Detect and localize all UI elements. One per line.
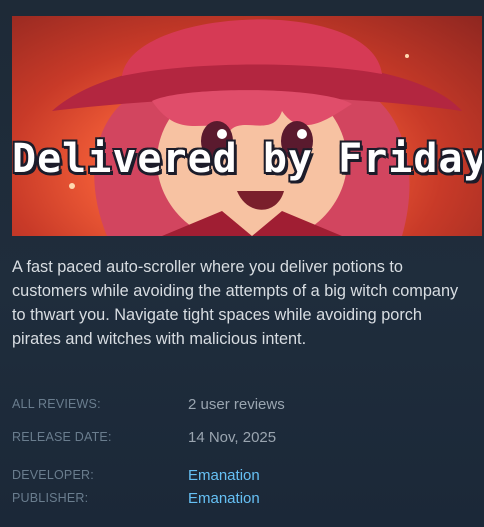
game-logo-title: Delivered by Friday	[12, 136, 482, 182]
all-reviews-label: ALL REVIEWS:	[12, 397, 101, 411]
release-date-label: RELEASE DATE:	[12, 430, 112, 444]
publisher-link[interactable]: Emanation	[188, 490, 260, 507]
publisher-label: PUBLISHER:	[12, 491, 89, 505]
game-info-panel: Delivered by Friday A fast paced auto-sc…	[0, 0, 484, 527]
developer-link[interactable]: Emanation	[188, 467, 260, 484]
all-reviews-value[interactable]: 2 user reviews	[188, 396, 285, 413]
game-description: A fast paced auto-scroller where you del…	[12, 258, 459, 348]
game-capsule-image[interactable]: Delivered by Friday	[12, 16, 482, 236]
capsule-artwork	[52, 19, 462, 236]
release-date-value: 14 Nov, 2025	[188, 429, 277, 446]
developer-label: DEVELOPER:	[12, 468, 94, 482]
